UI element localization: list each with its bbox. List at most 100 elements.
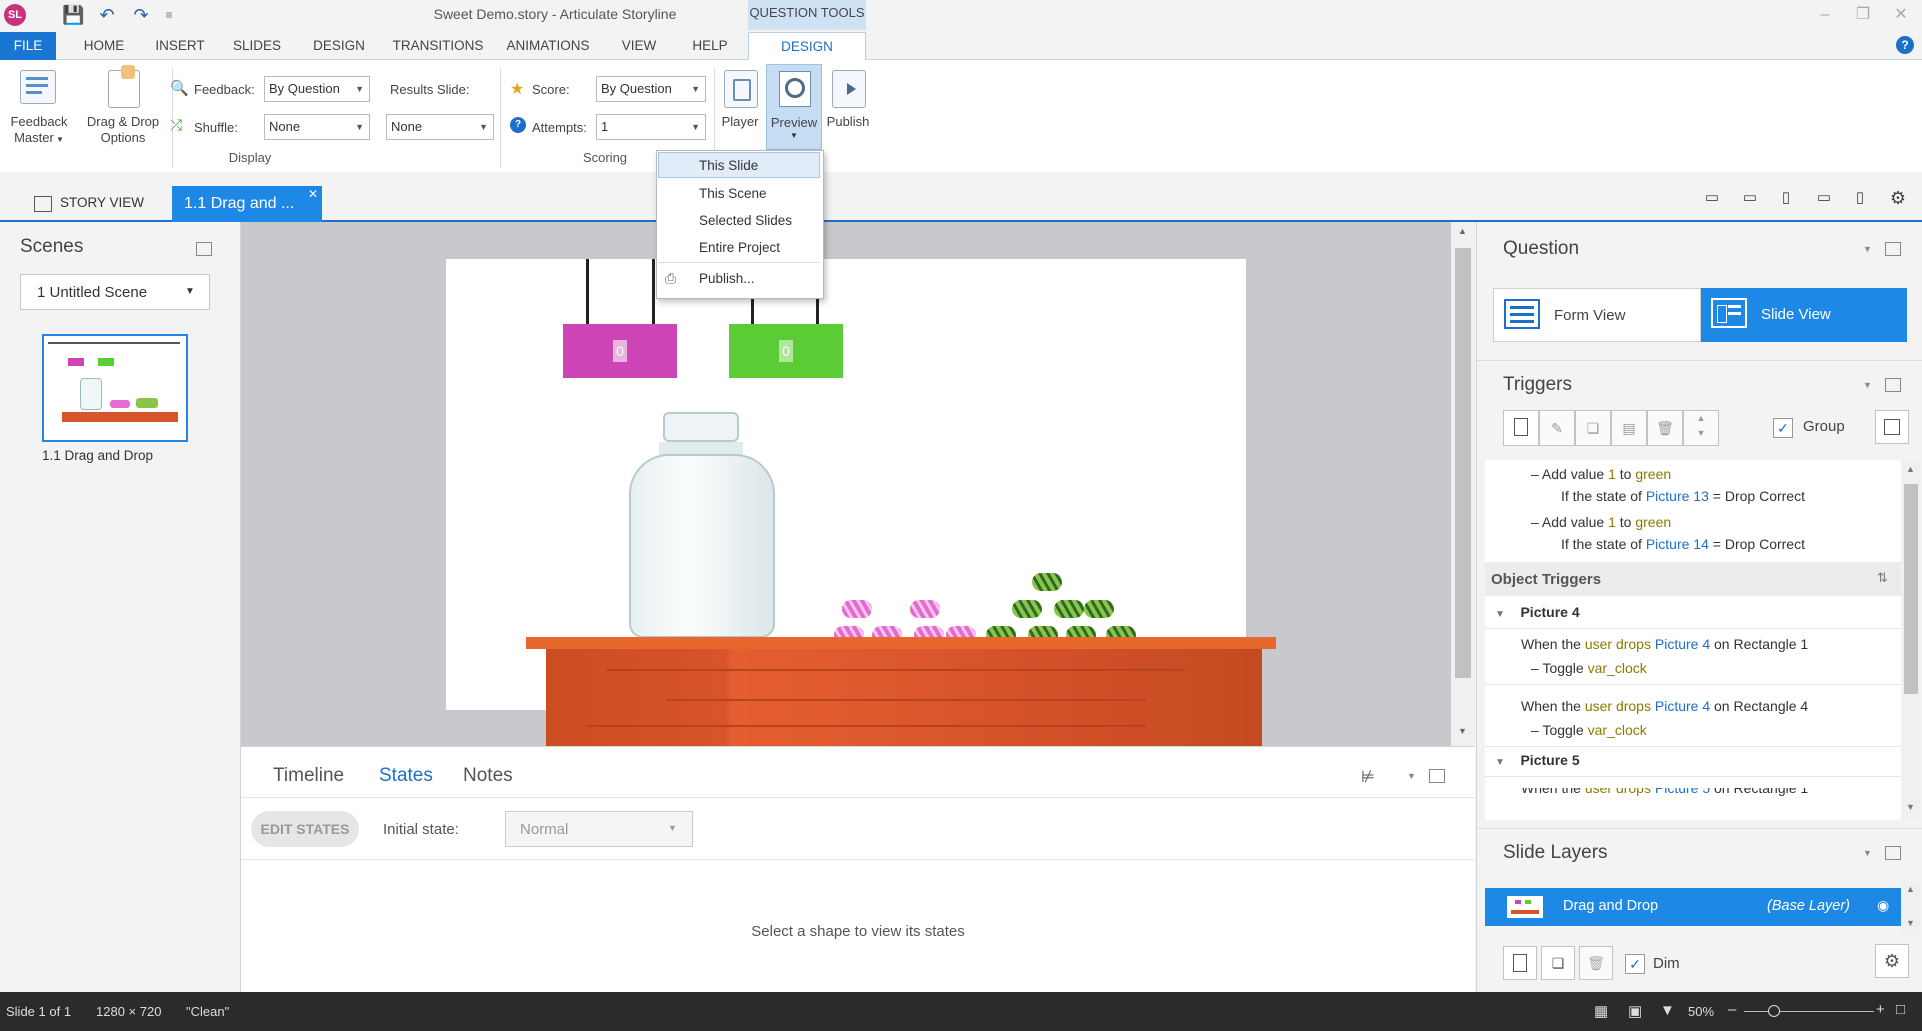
tab-states[interactable]: States bbox=[379, 765, 433, 787]
scroll-up-icon[interactable]: ▲ bbox=[1906, 464, 1915, 474]
new-layer-button[interactable] bbox=[1503, 946, 1537, 980]
tab-help[interactable]: HELP bbox=[682, 32, 738, 60]
menu-item-entire-project[interactable]: Entire Project bbox=[699, 240, 780, 255]
delete-layer-button[interactable]: 🗑 bbox=[1579, 946, 1613, 980]
feedback-master-button[interactable]: Feedback Master ▼ bbox=[6, 64, 72, 152]
trigger-action[interactable]: – Toggle var_clock bbox=[1531, 722, 1647, 738]
group-checkbox[interactable]: ✓ bbox=[1773, 418, 1793, 438]
object-header-picture-4[interactable]: ▼ Picture 4 bbox=[1495, 604, 1580, 620]
panel-undock-icon[interactable] bbox=[1885, 846, 1901, 860]
scrollbar-thumb[interactable] bbox=[1904, 484, 1918, 694]
move-trigger-button[interactable]: ▲ ▼ bbox=[1683, 410, 1719, 446]
object-triggers-header[interactable]: Object Triggers ⇅ bbox=[1485, 562, 1901, 596]
chevron-down-icon[interactable]: ▼ bbox=[1863, 244, 1872, 254]
zoom-slider-handle[interactable] bbox=[1768, 1005, 1780, 1017]
chevron-down-icon[interactable]: ▼ bbox=[1863, 848, 1872, 858]
zoom-out-icon[interactable]: – bbox=[1728, 1001, 1736, 1018]
tablet-portrait-icon[interactable]: ▯ bbox=[1776, 188, 1796, 208]
green-counter-box[interactable]: 0 bbox=[729, 324, 843, 378]
tab-question-design[interactable]: DESIGN bbox=[748, 32, 866, 61]
scroll-up-icon[interactable]: ▲ bbox=[1906, 884, 1915, 894]
trigger-line[interactable]: – Add value 1 to green bbox=[1531, 466, 1671, 482]
glass-jar[interactable] bbox=[629, 412, 775, 638]
publish-button[interactable]: Publish bbox=[822, 66, 874, 150]
variables-button[interactable] bbox=[1875, 410, 1909, 444]
tab-design[interactable]: DESIGN bbox=[304, 32, 374, 60]
trigger-list-scrollbar[interactable]: ▲ ▼ bbox=[1901, 460, 1921, 820]
paste-trigger-button[interactable]: ▤ bbox=[1611, 410, 1647, 446]
green-candy[interactable] bbox=[1054, 600, 1084, 618]
canvas-scrollbar[interactable]: ▲ ▼ bbox=[1451, 222, 1475, 746]
pink-candy[interactable] bbox=[910, 600, 940, 618]
new-trigger-button[interactable] bbox=[1503, 410, 1539, 446]
menu-item-selected-slides[interactable]: Selected Slides bbox=[699, 213, 792, 228]
delete-trigger-button[interactable]: 🗑 bbox=[1647, 410, 1683, 446]
slide-view-button[interactable]: Slide View bbox=[1701, 288, 1907, 342]
slide-tab[interactable]: 1.1 Drag and ... ✕ bbox=[172, 186, 322, 222]
phone-portrait-icon[interactable]: ▯ bbox=[1850, 188, 1870, 208]
restore-button[interactable]: ❐ bbox=[1850, 4, 1876, 26]
preview-button[interactable]: Preview ▼ bbox=[766, 64, 822, 150]
player-button[interactable]: Player bbox=[718, 66, 762, 150]
object-header-picture-5[interactable]: ▼ Picture 5 bbox=[1495, 752, 1580, 768]
edit-states-button[interactable]: EDIT STATES bbox=[251, 811, 359, 847]
copy-trigger-button[interactable]: ❏ bbox=[1575, 410, 1611, 446]
chevron-down-icon[interactable]: ▼ bbox=[1407, 771, 1416, 781]
trigger-line[interactable]: – Add value 1 to green bbox=[1531, 514, 1671, 530]
layer-properties-button[interactable]: ⚙ bbox=[1875, 944, 1909, 978]
edit-trigger-button[interactable]: ✎ bbox=[1539, 410, 1575, 446]
duplicate-layer-button[interactable]: ❏ bbox=[1541, 946, 1575, 980]
close-button[interactable]: ✕ bbox=[1888, 4, 1914, 26]
scroll-up-icon[interactable]: ▲ bbox=[1458, 226, 1467, 236]
desktop-icon[interactable]: ▭ bbox=[1702, 188, 1722, 208]
trigger-condition[interactable]: If the state of Picture 14 = Drop Correc… bbox=[1561, 536, 1805, 552]
collapse-all-icon[interactable]: ⇅ bbox=[1877, 570, 1888, 586]
scroll-down-icon[interactable]: ▼ bbox=[1906, 802, 1915, 812]
panel-undock-icon[interactable] bbox=[1885, 378, 1901, 392]
phone-landscape-icon[interactable]: ▭ bbox=[1814, 188, 1834, 208]
fit-to-window-icon[interactable]: □ bbox=[1896, 1001, 1905, 1018]
tablet-landscape-icon[interactable]: ▭ bbox=[1740, 188, 1760, 208]
panel-undock-icon[interactable] bbox=[1429, 769, 1445, 783]
score-dropdown[interactable]: By Question ▼ bbox=[596, 76, 706, 102]
green-candy[interactable] bbox=[1012, 600, 1042, 618]
zoom-in-icon[interactable]: + bbox=[1876, 1001, 1885, 1018]
pink-candy[interactable] bbox=[842, 600, 872, 618]
scene-selector[interactable]: 1 Untitled Scene ▼ bbox=[20, 274, 210, 310]
panel-undock-icon[interactable] bbox=[196, 242, 212, 256]
tab-notes[interactable]: Notes bbox=[463, 765, 513, 787]
timeline-icon[interactable]: ⊭ bbox=[1361, 767, 1375, 787]
tab-file[interactable]: FILE bbox=[0, 32, 56, 60]
menu-item-publish[interactable]: Publish... bbox=[699, 271, 755, 286]
tab-slides[interactable]: SLIDES bbox=[226, 32, 288, 60]
eye-icon[interactable]: ◉ bbox=[1877, 897, 1889, 914]
form-view-button[interactable]: Form View bbox=[1493, 288, 1701, 342]
minimize-button[interactable]: – bbox=[1812, 4, 1838, 26]
trigger-condition[interactable]: If the state of Picture 13 = Drop Correc… bbox=[1561, 488, 1805, 504]
tab-timeline[interactable]: Timeline bbox=[273, 765, 344, 787]
grid-view-icon[interactable]: ▦ bbox=[1594, 1002, 1608, 1020]
attempts-spinner[interactable]: 1 ▼ bbox=[596, 114, 706, 140]
tab-view[interactable]: VIEW bbox=[612, 32, 666, 60]
story-view-tab[interactable]: STORY VIEW bbox=[14, 186, 164, 220]
pink-counter-box[interactable]: 0 bbox=[563, 324, 677, 378]
scroll-down-icon[interactable]: ▼ bbox=[1906, 918, 1915, 928]
preview-mode-icon[interactable]: ▼ bbox=[1660, 1002, 1675, 1019]
trigger-line[interactable]: When the user drops Picture 4 on Rectang… bbox=[1521, 636, 1808, 652]
trigger-line[interactable]: When the user drops Picture 5 on Rectang… bbox=[1521, 788, 1808, 796]
trigger-line[interactable]: When the user drops Picture 4 on Rectang… bbox=[1521, 698, 1808, 714]
normal-view-icon[interactable]: ▣ bbox=[1628, 1002, 1642, 1020]
initial-state-dropdown[interactable]: Normal ▼ bbox=[505, 811, 693, 847]
panel-undock-icon[interactable] bbox=[1885, 242, 1901, 256]
tab-animations[interactable]: ANIMATIONS bbox=[498, 32, 598, 60]
scroll-down-icon[interactable]: ▼ bbox=[1458, 726, 1467, 736]
zoom-slider[interactable] bbox=[1744, 1011, 1874, 1012]
menu-item-this-scene[interactable]: This Scene bbox=[699, 186, 767, 201]
dim-checkbox[interactable]: ✓ bbox=[1625, 954, 1645, 974]
tab-transitions[interactable]: TRANSITIONS bbox=[386, 32, 490, 60]
layer-list-scrollbar[interactable]: ▲ ▼ bbox=[1901, 882, 1921, 936]
shuffle-dropdown[interactable]: None ▼ bbox=[264, 114, 370, 140]
close-tab-icon[interactable]: ✕ bbox=[308, 176, 318, 212]
slide-thumbnail[interactable] bbox=[42, 334, 188, 442]
trigger-action[interactable]: – Toggle var_clock bbox=[1531, 660, 1647, 676]
